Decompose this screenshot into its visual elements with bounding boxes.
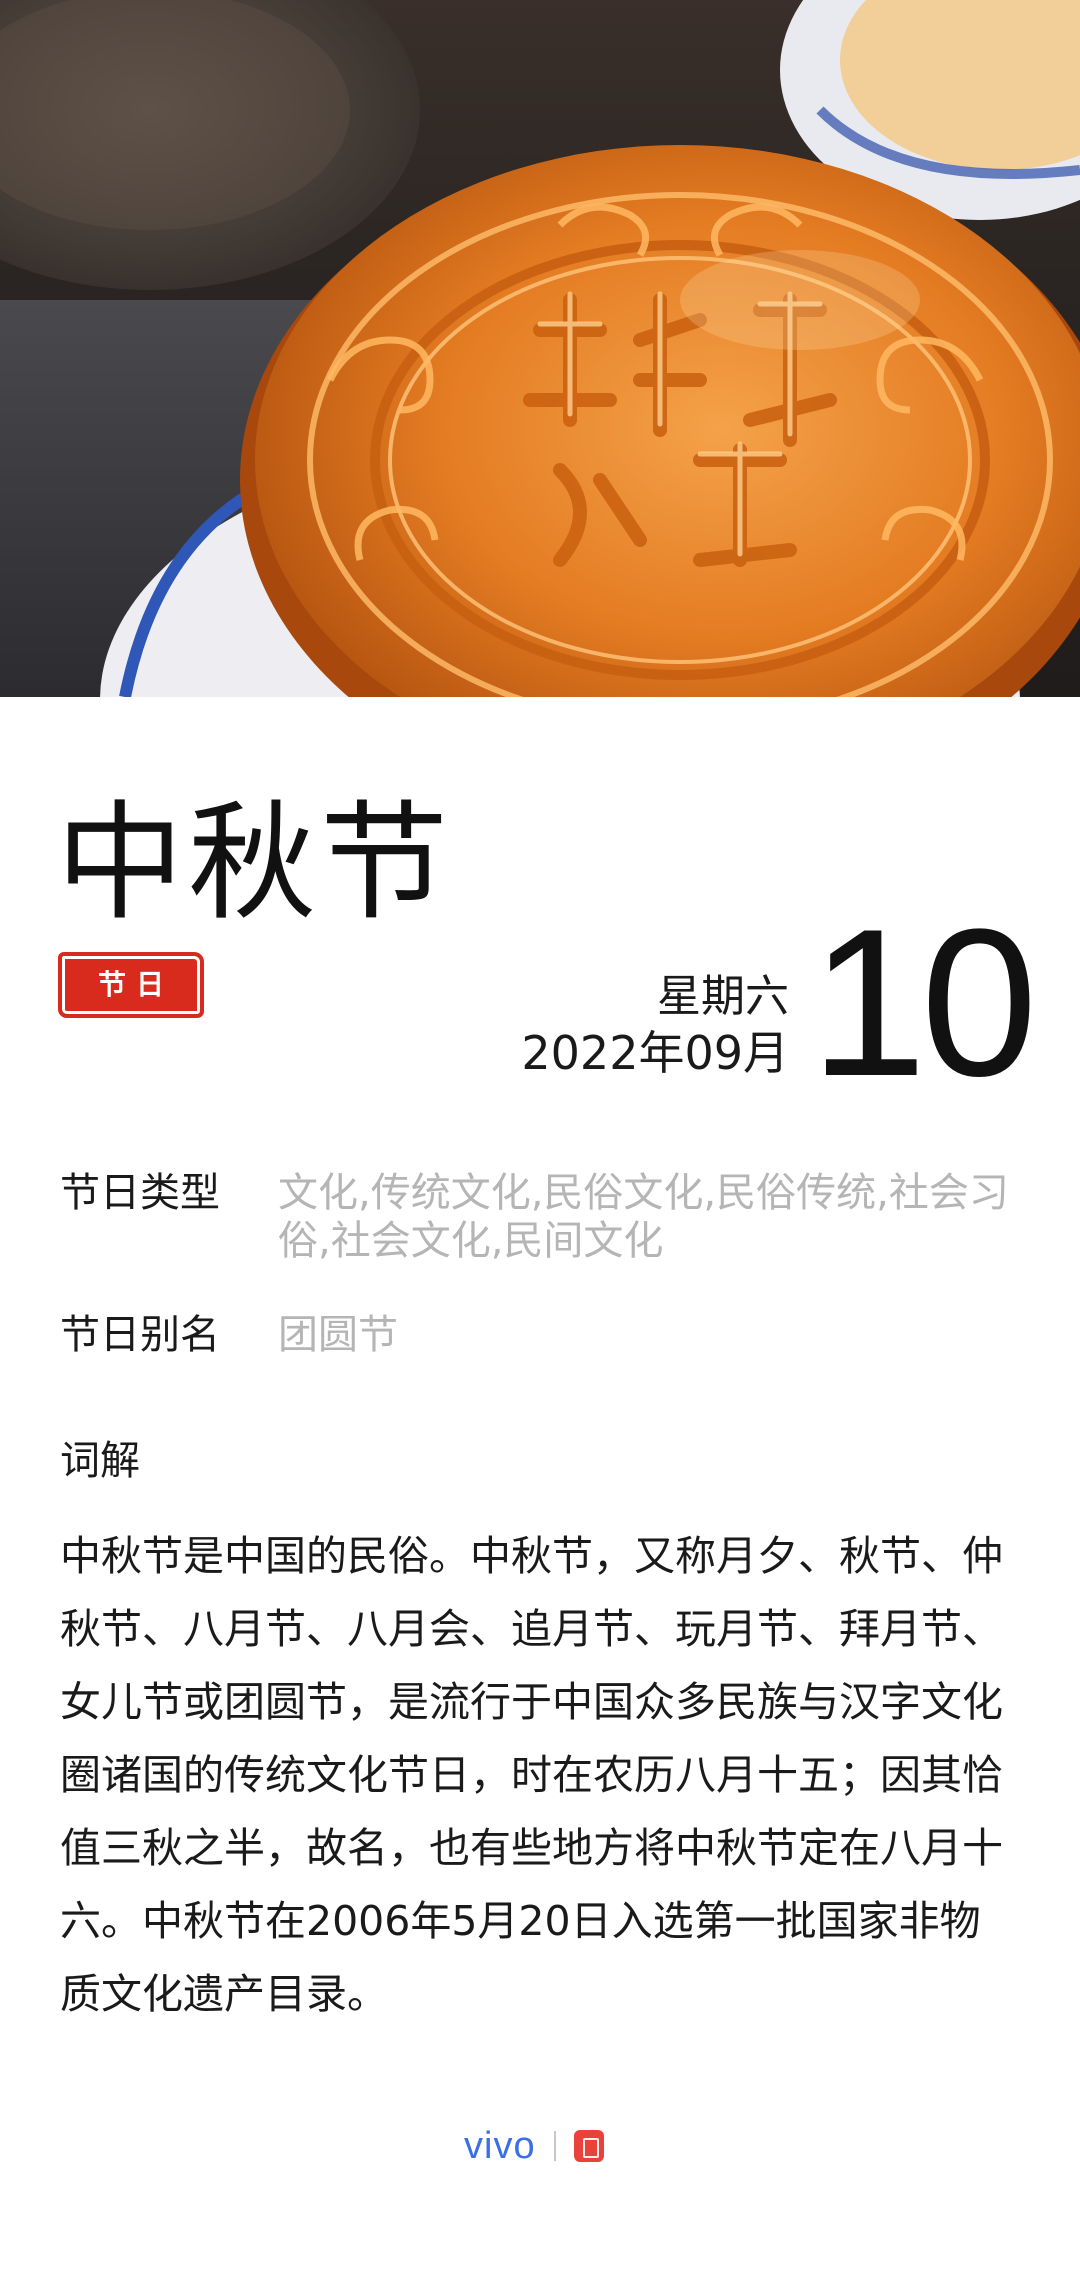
- festival-tag-label: 节日: [97, 968, 174, 1001]
- festival-alias-label: 节日别名: [60, 1312, 220, 1358]
- vivo-logo: vivo: [464, 2124, 536, 2167]
- definition-heading: 词解: [60, 1438, 140, 1484]
- footer-brand: vivo: [464, 2124, 604, 2168]
- festival-alias-value: 团圆节: [278, 1312, 398, 1358]
- festival-tag-stamp: 节日: [58, 952, 204, 1018]
- day-number: 10: [810, 885, 1038, 1120]
- year-month-label: 2022年09月: [521, 1026, 789, 1080]
- festival-title: 中秋节: [56, 789, 453, 938]
- definition-text: 中秋节是中国的民俗。中秋节，又称月夕、秋节、仲秋节、八月节、八月会、追月节、玩月…: [60, 1532, 1003, 2018]
- mooncake-photo: [0, 0, 1080, 697]
- festival-type-label: 节日类型: [60, 1170, 220, 1216]
- brand-divider: [553, 2131, 556, 2161]
- weekday-label: 星期六: [657, 971, 789, 1022]
- calendar-app-icon: [573, 2130, 604, 2162]
- festival-type-value: 文化,传统文化,民俗文化,民俗传统,社会习俗,社会文化,民间文化: [278, 1170, 1009, 1264]
